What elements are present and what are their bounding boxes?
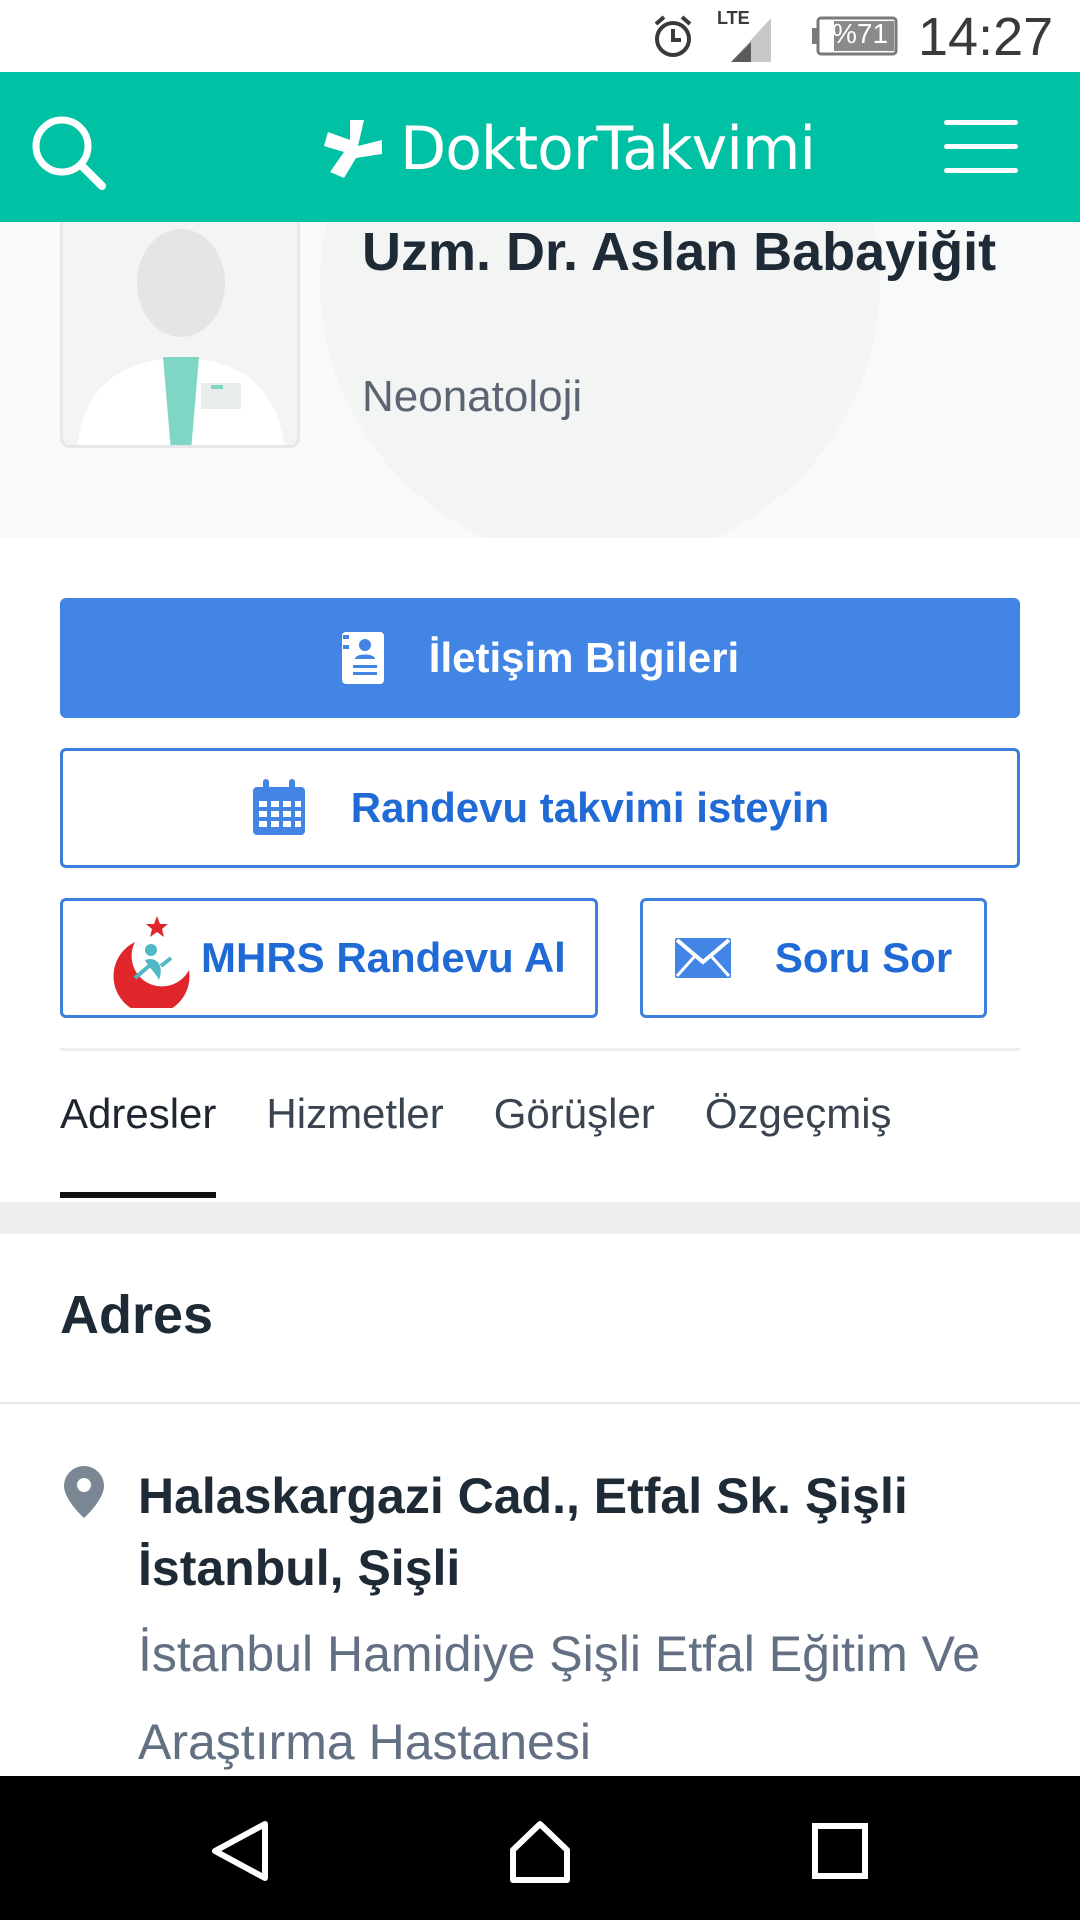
- alarm-icon: [654, 15, 692, 57]
- ask-question-button[interactable]: Soru Sor: [640, 898, 987, 1018]
- address-section-title: Adres: [60, 1285, 214, 1345]
- home-icon[interactable]: [505, 1816, 575, 1886]
- search-icon[interactable]: [28, 112, 108, 192]
- tab-resume[interactable]: Özgeçmiş: [705, 1090, 892, 1200]
- tab-reviews[interactable]: Görüşler: [494, 1090, 655, 1200]
- hospital-name[interactable]: İstanbul Hamidiye Şişli Etfal Eğitim Ve …: [138, 1610, 1038, 1786]
- calendar-icon: [251, 779, 307, 837]
- mail-icon: [674, 938, 731, 978]
- clock: 14:27: [918, 7, 1054, 67]
- logo-icon: [324, 120, 382, 178]
- mhrs-logo-icon: [105, 908, 195, 1008]
- back-icon[interactable]: [205, 1816, 275, 1886]
- status-bar: LTE %71 14:27: [0, 0, 1080, 72]
- doctor-profile: Uzm. Dr. Aslan Babayiğit Neonatoloji: [0, 222, 1080, 538]
- doctor-specialty: Neonatoloji: [362, 372, 583, 421]
- ask-question-label: Soru Sor: [774, 934, 953, 981]
- divider: [0, 1402, 1080, 1404]
- location-pin-icon: [64, 1466, 104, 1518]
- divider: [60, 1048, 1020, 1051]
- request-calendar-button[interactable]: Randevu takvimi isteyin: [60, 748, 1020, 868]
- profile-tabs: Adresler Hizmetler Görüşler Özgeçmiş: [60, 1090, 942, 1200]
- tab-addresses[interactable]: Adresler: [60, 1090, 217, 1200]
- signal-icon: LTE: [715, 8, 775, 62]
- brand-name: DoktorTakvimi: [400, 114, 816, 184]
- contact-info-button[interactable]: İletişim Bilgileri: [60, 598, 1020, 718]
- section-separator: [0, 1202, 1080, 1234]
- system-nav-bar: [0, 1776, 1080, 1920]
- request-calendar-label: Randevu takvimi isteyin: [350, 784, 830, 831]
- menu-icon[interactable]: [944, 120, 1018, 174]
- doctor-name: Uzm. Dr. Aslan Babayiğit: [362, 222, 997, 282]
- brand-logo[interactable]: DoktorTakvimi: [320, 114, 816, 184]
- battery-icon: %71: [812, 16, 898, 56]
- mhrs-appointment-button[interactable]: MHRS Randevu Al: [60, 898, 598, 1018]
- contact-card-icon: [341, 631, 385, 685]
- tab-services[interactable]: Hizmetler: [266, 1090, 443, 1200]
- recents-icon[interactable]: [805, 1816, 875, 1886]
- mhrs-appointment-label: MHRS Randevu Al: [201, 934, 566, 981]
- app-header: DoktorTakvimi: [0, 72, 1080, 222]
- address-line[interactable]: Halaskargazi Cad., Etfal Sk. Şişli İstan…: [138, 1460, 1038, 1604]
- doctor-avatar: [60, 222, 300, 448]
- contact-info-label: İletişim Bilgileri: [428, 634, 740, 681]
